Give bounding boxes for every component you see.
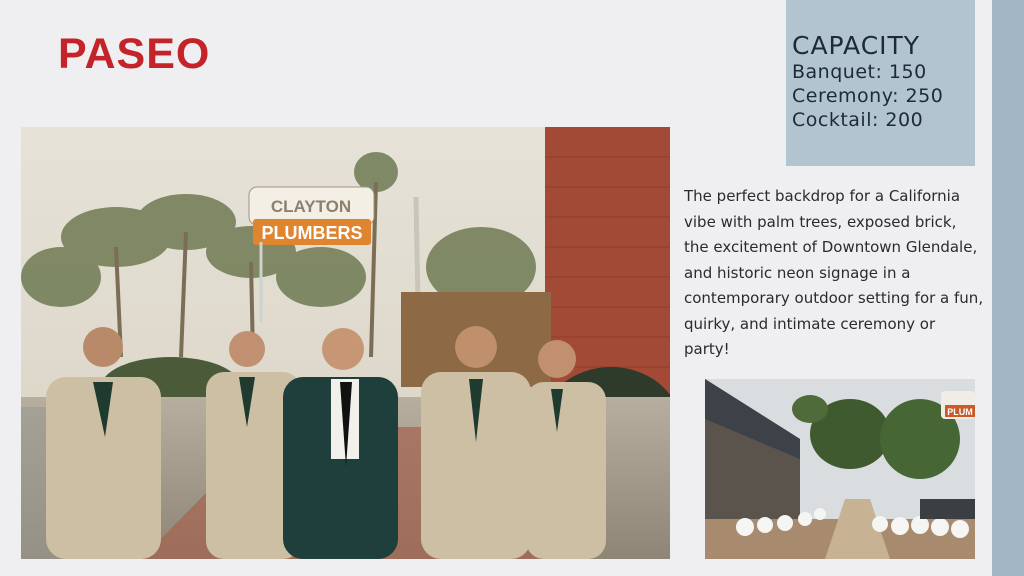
- capacity-banquet: Banquet: 150: [792, 61, 927, 83]
- capacity-heading: CAPACITY: [792, 31, 921, 60]
- small-sign-text: PLUM: [947, 407, 973, 417]
- sign-text-plumbers: PLUMBERS: [261, 223, 362, 243]
- right-accent-strip: [992, 0, 1024, 576]
- venue-setup-photo: PLUM: [705, 379, 975, 559]
- capacity-ceremony: Ceremony: 250: [792, 85, 944, 107]
- sign-text-clayton: CLAYTON: [271, 197, 351, 216]
- capacity-box: CAPACITY Banquet: 150 Ceremony: 250 Cock…: [786, 0, 975, 166]
- capacity-cocktail: Cocktail: 200: [792, 109, 924, 131]
- page-title: PASEO: [58, 30, 211, 78]
- venue-description: The perfect backdrop for a California vi…: [684, 187, 984, 358]
- main-photo: CLAYTON PLUMBERS: [21, 127, 670, 559]
